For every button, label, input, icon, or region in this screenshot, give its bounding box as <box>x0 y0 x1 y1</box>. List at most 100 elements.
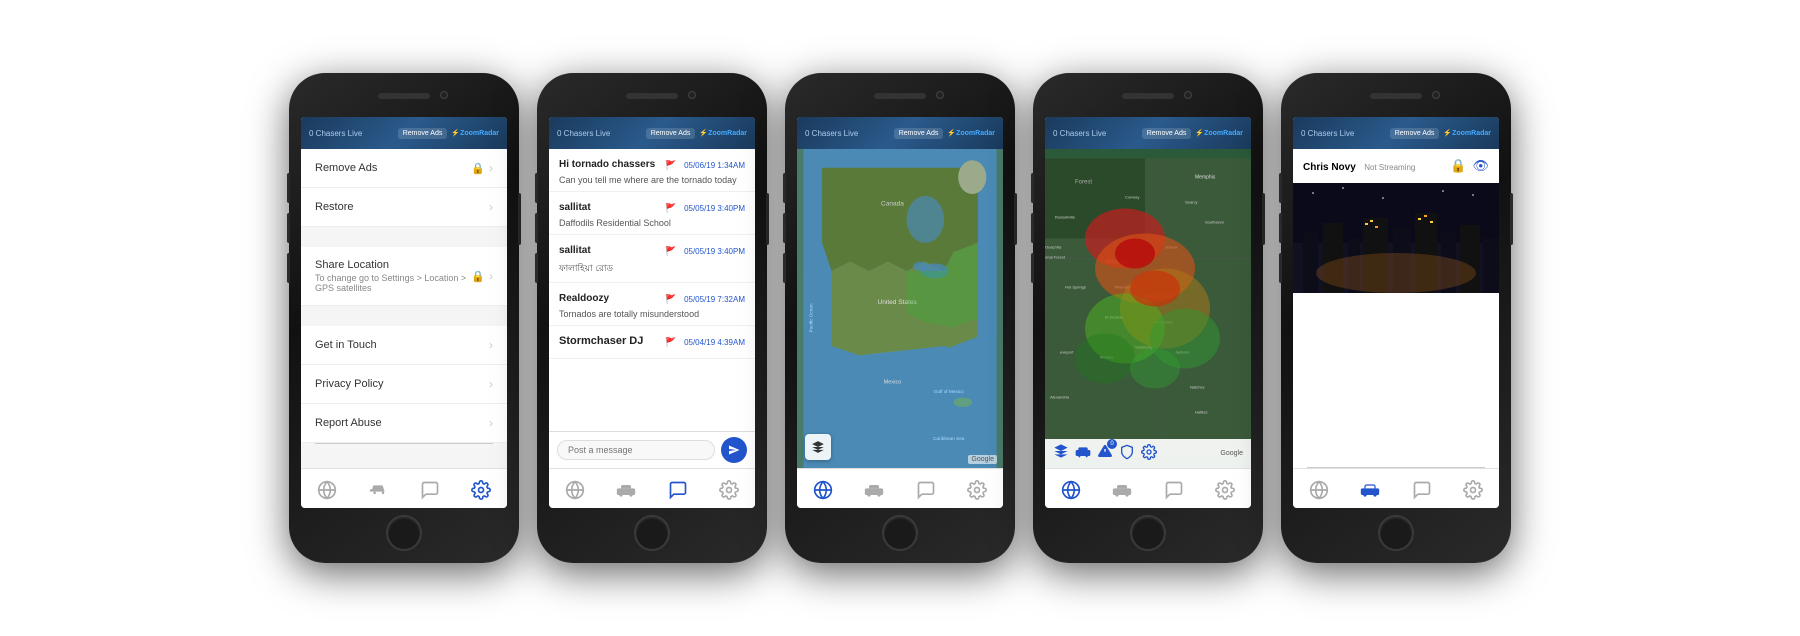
chat-send-button[interactable] <box>721 437 747 463</box>
chat-screen-2: Hi tornado chassers 🚩 05/06/19 1:34AM Ca… <box>549 149 755 468</box>
tab-chat-2[interactable] <box>668 480 688 500</box>
menu-item-share-location[interactable]: Share Location To change go to Settings … <box>301 247 507 306</box>
svg-text:Russellville: Russellville <box>1055 215 1076 220</box>
chat-msg-4: Realdoozy 🚩 05/05/19 7:32AM Tornados are… <box>549 283 755 326</box>
phone-2-home[interactable] <box>634 515 670 551</box>
flag-icon-4: 🚩 <box>665 294 676 304</box>
radar-layers-btn[interactable] <box>1053 443 1069 464</box>
phone-2-speaker <box>626 93 678 99</box>
tab-map-1[interactable] <box>317 480 337 500</box>
phone-5-screen: 0 Chasers Live Remove Ads ⚡ZoomRadar Chr… <box>1293 117 1499 508</box>
video-thumbnail-5[interactable] <box>1293 183 1499 293</box>
app-header-2: 0 Chasers Live Remove Ads ⚡ZoomRadar <box>549 117 755 149</box>
phone-5-side-btn4 <box>1279 253 1282 283</box>
remove-ads-btn-1[interactable]: Remove Ads <box>398 128 448 139</box>
chat-msg-2-header: sallitat 🚩 05/05/19 3:40PM <box>559 198 745 216</box>
map-layers-btn[interactable] <box>805 434 831 460</box>
tab-chase-2[interactable] <box>616 480 636 500</box>
tab-settings-1[interactable] <box>471 480 491 500</box>
app-header-5: 0 Chasers Live Remove Ads ⚡ZoomRadar <box>1293 117 1499 149</box>
menu-item-restore[interactable]: Restore › <box>301 188 507 227</box>
menu-label-remove-ads: Remove Ads <box>315 162 377 174</box>
zoom-radar-logo-4: ⚡ZoomRadar <box>1195 129 1243 137</box>
menu-item-icons: 🔒 › <box>471 161 493 175</box>
tab-settings-2[interactable] <box>719 480 739 500</box>
svg-text:Southaven: Southaven <box>1205 220 1224 225</box>
chat-timestamp-4: 05/05/19 7:32AM <box>684 295 745 304</box>
phone-1-speaker <box>378 93 430 99</box>
svg-text:Mexico: Mexico <box>884 380 902 386</box>
tab-chase-5[interactable] <box>1360 480 1380 500</box>
menu-item-get-in-touch[interactable]: Get in Touch › <box>301 326 507 365</box>
svg-text:Gulf of Mexico: Gulf of Mexico <box>934 389 964 394</box>
phone-4-home[interactable] <box>1130 515 1166 551</box>
tab-chase-4[interactable] <box>1112 480 1132 500</box>
chat-timestamp-1: 05/06/19 1:34AM <box>684 161 745 170</box>
chat-username-3: sallitat <box>559 245 591 256</box>
phone-4-speaker <box>1122 93 1174 99</box>
chat-text-3: ফালাহিয়া রোড <box>559 261 745 276</box>
map-screen-3[interactable]: Canada United States Mexico Gulf of Mexi… <box>797 149 1003 468</box>
zoom-radar-logo-5: ⚡ZoomRadar <box>1443 129 1491 137</box>
svg-text:Searcy: Searcy <box>1185 200 1197 205</box>
tab-chase-3[interactable] <box>864 480 884 500</box>
stream-screen-5: Chris Novy Not Streaming 🔒 👁 <box>1293 149 1499 468</box>
tab-chat-4[interactable] <box>1164 480 1184 500</box>
tab-chat-5[interactable] <box>1412 480 1432 500</box>
tab-map-4[interactable] <box>1061 480 1081 500</box>
tab-map-3[interactable] <box>813 480 833 500</box>
tab-bar-5 <box>1293 468 1499 508</box>
menu-separator-2 <box>301 306 507 326</box>
tab-chat-3[interactable] <box>916 480 936 500</box>
phone-5-home[interactable] <box>1378 515 1414 551</box>
tab-map-5[interactable] <box>1309 480 1329 500</box>
divider <box>315 443 493 444</box>
radar-map-4[interactable]: Forest Memphis Russellville Conway Searc… <box>1045 149 1251 468</box>
menu-item-remove-ads[interactable]: Remove Ads 🔒 › <box>301 149 507 188</box>
phone-4-side-btn4 <box>1031 253 1034 283</box>
phone-4: 0 Chasers Live Remove Ads ⚡ZoomRadar For… <box>1033 73 1263 563</box>
remove-ads-btn-5[interactable]: Remove Ads <box>1390 128 1440 139</box>
phone-1-screen: 0 Chasers Live Remove Ads ⚡ZoomRadar Rem… <box>301 117 507 508</box>
radar-car-btn[interactable] <box>1075 444 1091 463</box>
phone-1-side-btn <box>518 193 521 245</box>
remove-ads-btn-2[interactable]: Remove Ads <box>646 128 696 139</box>
menu-label-privacy: Privacy Policy <box>315 378 383 390</box>
menu-item-privacy[interactable]: Privacy Policy › <box>301 365 507 404</box>
chasers-live-3: 0 Chasers Live <box>805 129 858 138</box>
chat-timestamp-2: 05/05/19 3:40PM <box>684 204 745 213</box>
chat-input-field[interactable] <box>557 440 715 460</box>
phone-3-side-btn4 <box>783 253 786 283</box>
share-icons: 🔒 › <box>471 269 493 283</box>
svg-text:eveport: eveport <box>1060 350 1074 355</box>
flag-icon-5: 🚩 <box>665 337 676 347</box>
map-svg-3: Canada United States Mexico Gulf of Mexi… <box>797 149 1003 468</box>
flag-icon-2: 🚩 <box>665 203 676 213</box>
phone-3-screen: 0 Chasers Live Remove Ads ⚡ZoomRadar <box>797 117 1003 508</box>
tab-map-2[interactable] <box>565 480 585 500</box>
stream-username: Chris Novy <box>1303 162 1356 173</box>
tab-bar-3 <box>797 468 1003 508</box>
chevron-icon-restore: › <box>489 200 493 214</box>
chevron-icon-touch: › <box>489 338 493 352</box>
tab-chase-1[interactable] <box>368 480 388 500</box>
header-right-3: Remove Ads ⚡ZoomRadar <box>894 128 995 139</box>
radar-warning-btn[interactable] <box>1119 444 1135 463</box>
remove-ads-btn-4[interactable]: Remove Ads <box>1142 128 1192 139</box>
radar-settings-btn[interactable] <box>1141 444 1157 463</box>
tab-chat-1[interactable] <box>420 480 440 500</box>
menu-label-touch: Get in Touch <box>315 339 377 351</box>
tab-settings-5[interactable] <box>1463 480 1483 500</box>
svg-text:Natchez: Natchez <box>1190 385 1205 390</box>
phone-1-side-btn2 <box>287 173 290 203</box>
flag-icon-1: 🚩 <box>665 160 676 170</box>
svg-text:Canada: Canada <box>881 200 904 207</box>
tab-settings-4[interactable] <box>1215 480 1235 500</box>
phone-1-home[interactable] <box>386 515 422 551</box>
chat-msg-5-header: Stormchaser DJ 🚩 05/04/19 4:39AM <box>559 332 745 350</box>
menu-item-report-abuse[interactable]: Report Abuse › <box>301 404 507 443</box>
svg-text:Hot Springs: Hot Springs <box>1065 285 1086 290</box>
phone-3-home[interactable] <box>882 515 918 551</box>
remove-ads-btn-3[interactable]: Remove Ads <box>894 128 944 139</box>
tab-settings-3[interactable] <box>967 480 987 500</box>
